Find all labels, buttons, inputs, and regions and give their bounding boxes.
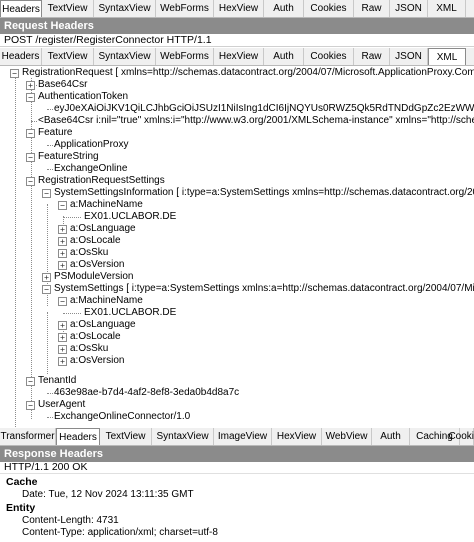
expand-toggle-icon[interactable]: + [26,81,35,90]
xml-value-featurestring[interactable]: ExchangeOnline [54,163,127,175]
xml-tree-view[interactable]: − RegistrationRequest [ xmlns=http://sch… [0,66,474,428]
xml-value-machinename-2[interactable]: EX01.UCLABOR.DE [84,307,176,319]
tab-textview[interactable]: TextView [42,0,94,17]
tab-textview-2[interactable]: TextView [42,48,94,65]
request-body-tabs: Headers TextView SyntaxView WebForms Hex… [0,48,474,66]
response-headers-list: Cache Date: Tue, 12 Nov 2024 13:11:35 GM… [0,474,474,542]
response-inspector-tabs: Transformer Headers TextView SyntaxView … [0,428,474,446]
header-date[interactable]: Date: Tue, 12 Nov 2024 13:11:35 GMT [22,489,194,500]
expand-toggle-icon[interactable]: + [42,273,51,282]
tab-raw-2[interactable]: Raw [354,48,390,65]
xml-node-psmodule[interactable]: PSModuleVersion [54,271,134,283]
tab-xml-2[interactable]: XML [428,48,466,65]
tab-json[interactable]: JSON [390,0,428,17]
response-status-line: HTTP/1.1 200 OK [0,461,474,474]
collapse-toggle-icon[interactable]: − [26,129,35,138]
collapse-toggle-icon[interactable]: − [26,401,35,410]
xml-node-machinename[interactable]: a:MachineName [70,199,143,211]
xml-node-regsettings[interactable]: RegistrationRequestSettings [38,175,165,187]
collapse-toggle-icon[interactable]: − [10,69,19,78]
xml-node-sysinfo[interactable]: SystemSettingsInformation [ i:type=a:Sys… [54,187,474,199]
collapse-toggle-icon[interactable]: − [26,153,35,162]
collapse-toggle-icon[interactable]: − [58,297,67,306]
tab-raw[interactable]: Raw [354,0,390,17]
tab-auth[interactable]: Auth [264,0,304,17]
xml-value-machinename[interactable]: EX01.UCLABOR.DE [84,211,176,223]
xml-node-root[interactable]: RegistrationRequest [ xmlns=http://schem… [22,67,474,79]
collapse-toggle-icon[interactable]: − [26,93,35,102]
xml-node-base64csr[interactable]: Base64Csr [38,79,87,91]
tab-resp-webview[interactable]: WebView [322,428,372,445]
xml-node-feature[interactable]: Feature [38,127,72,139]
xml-value-useragent[interactable]: ExchangeOnlineConnector/1.0 [54,411,190,423]
collapse-toggle-icon[interactable]: − [42,189,51,198]
xml-value-tenantid[interactable]: 463e98ae-b7d4-4af2-8ef8-3eda0b4d8a7c [54,387,239,399]
tab-webforms-2[interactable]: WebForms [156,48,214,65]
tab-syntaxview-2[interactable]: SyntaxView [94,48,156,65]
tab-resp-hexview[interactable]: HexView [272,428,322,445]
xml-node-syssettings[interactable]: SystemSettings [ i:type=a:SystemSettings… [54,283,474,295]
collapse-toggle-icon[interactable]: − [26,177,35,186]
header-group-cache[interactable]: Cache [6,476,38,488]
xml-node-authtoken[interactable]: AuthenticationToken [38,91,128,103]
xml-node-ossku-2[interactable]: a:OsSku [70,343,108,355]
expand-toggle-icon[interactable]: + [58,261,67,270]
xml-node-osversion[interactable]: a:OsVersion [70,259,124,271]
xml-value-base64-inline[interactable]: <Base64Csr i:nil="true" xmlns:i="http://… [38,115,474,127]
tab-cookies[interactable]: Cookies [304,0,354,17]
tab-resp-headers[interactable]: Headers [56,428,100,445]
xml-node-machinename-2[interactable]: a:MachineName [70,295,143,307]
xml-node-oslanguage-2[interactable]: a:OsLanguage [70,319,136,331]
tab-headers[interactable]: Headers [0,0,42,17]
tab-xml[interactable]: XML [428,0,466,17]
tab-auth-2[interactable]: Auth [264,48,304,65]
tab-resp-auth[interactable]: Auth [372,428,410,445]
collapse-toggle-icon[interactable]: − [26,377,35,386]
xml-node-oslanguage[interactable]: a:OsLanguage [70,223,136,235]
tab-webforms[interactable]: WebForms [156,0,214,17]
xml-value-feature[interactable]: ApplicationProxy [54,139,128,151]
tab-cookies-2[interactable]: Cookies [304,48,354,65]
request-headers-title: Request Headers [0,18,474,34]
tab-transformer[interactable]: Transformer [0,428,56,445]
collapse-toggle-icon[interactable]: − [58,201,67,210]
request-line: POST /register/RegisterConnector HTTP/1.… [0,33,474,47]
expand-toggle-icon[interactable]: + [58,225,67,234]
tab-resp-syntaxview[interactable]: SyntaxView [152,428,214,445]
xml-value-token[interactable]: eyJ0eXAiOiJKV1QiLCJhbGciOiJSUzI1NiIsIng1… [54,103,474,115]
xml-node-useragent[interactable]: UserAgent [38,399,85,411]
header-group-entity[interactable]: Entity [6,502,35,514]
expand-toggle-icon[interactable]: + [58,321,67,330]
expand-toggle-icon[interactable]: + [58,345,67,354]
header-content-type[interactable]: Content-Type: application/xml; charset=u… [22,527,218,538]
tab-syntaxview[interactable]: SyntaxView [94,0,156,17]
xml-node-oslocale[interactable]: a:OsLocale [70,235,121,247]
expand-toggle-icon[interactable]: + [58,249,67,258]
xml-node-oslocale-2[interactable]: a:OsLocale [70,331,121,343]
xml-node-ossku[interactable]: a:OsSku [70,247,108,259]
tab-json-2[interactable]: JSON [390,48,428,65]
tab-hexview-2[interactable]: HexView [214,48,264,65]
collapse-toggle-icon[interactable]: − [42,285,51,294]
tab-headers-2[interactable]: Headers [0,48,42,65]
tab-hexview[interactable]: HexView [214,0,264,17]
tab-resp-cookies[interactable]: Cookies [448,428,474,445]
tab-resp-textview[interactable]: TextView [100,428,152,445]
expand-toggle-icon[interactable]: + [58,357,67,366]
expand-toggle-icon[interactable]: + [58,333,67,342]
expand-toggle-icon[interactable]: + [58,237,67,246]
xml-node-featurestring[interactable]: FeatureString [38,151,99,163]
xml-node-tenantid[interactable]: TenantId [38,375,76,387]
header-content-length[interactable]: Content-Length: 4731 [22,515,119,526]
tab-resp-imageview[interactable]: ImageView [214,428,272,445]
response-headers-title: Response Headers [0,446,474,462]
request-inspector-tabs: Headers TextView SyntaxView WebForms Hex… [0,0,474,18]
xml-node-osversion-2[interactable]: a:OsVersion [70,355,124,367]
